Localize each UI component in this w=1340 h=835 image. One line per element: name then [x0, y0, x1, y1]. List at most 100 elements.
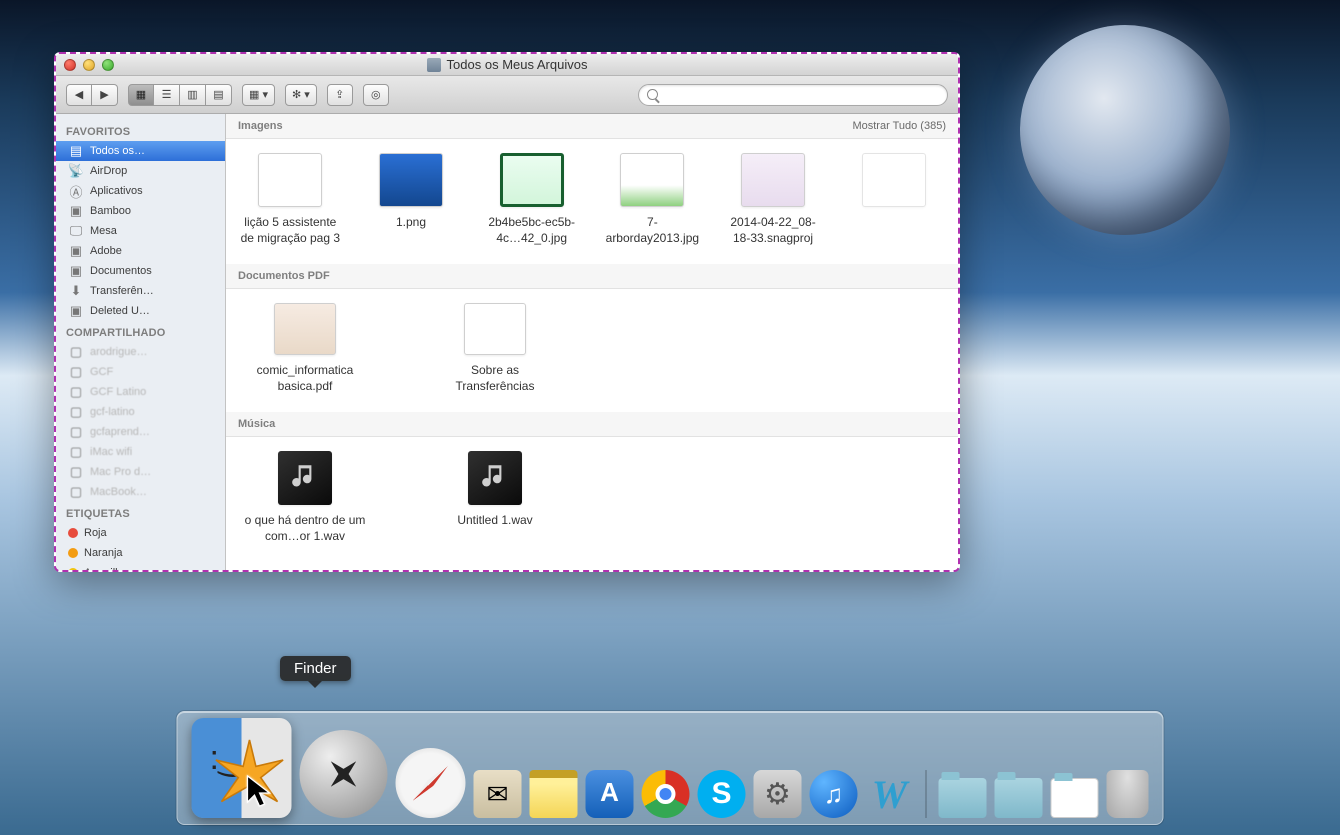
minimize-button[interactable]: [83, 59, 95, 71]
dock-separator: [926, 770, 927, 818]
share-button[interactable]: ⇪: [327, 84, 353, 106]
sidebar-item-label: Mac Pro d…: [90, 466, 151, 478]
dock-tooltip: Finder: [280, 656, 351, 681]
tag-dot-icon: [68, 528, 78, 538]
sidebar-tag-red[interactable]: Roja: [56, 523, 225, 543]
sidebar-item-all-files[interactable]: ▤Todos os…: [56, 141, 225, 161]
sidebar-item-shared[interactable]: ▢GCF: [56, 362, 225, 382]
dock-chrome[interactable]: [642, 770, 690, 818]
dock-mail[interactable]: ✉: [474, 770, 522, 818]
file-item[interactable]: lição 5 assistente de migração pag 3: [240, 153, 341, 246]
sidebar-item-desktop[interactable]: 🖵 Mesa: [56, 221, 225, 241]
sidebar-item-label: Deleted U…: [90, 305, 150, 317]
file-label: 2014-04-22_08-18-33.snagproj: [723, 215, 824, 246]
dock-stack[interactable]: [1051, 778, 1099, 818]
sidebar-item-adobe[interactable]: ▣ Adobe: [56, 241, 225, 261]
pdf-thumbnail: [274, 303, 336, 355]
sidebar-item-shared[interactable]: ▢iMac wifi: [56, 442, 225, 462]
sidebar-item-label: arodrigue…: [90, 346, 147, 358]
tags-button[interactable]: ◎: [363, 84, 389, 106]
file-item[interactable]: comic_informatica basica.pdf: [240, 303, 370, 394]
sidebar-item-label: Amarilla: [84, 567, 124, 570]
finder-window: Todos os Meus Arquivos ◀ ▶ ▦ ☰ ▥ ▤ ▦ ▾ ✻…: [54, 52, 960, 572]
dock-appstore[interactable]: [586, 770, 634, 818]
show-all-link[interactable]: Mostrar Tudo (385): [852, 120, 946, 132]
desktop-icon: 🖵: [68, 223, 84, 239]
folder-icon: ▣: [68, 243, 84, 259]
sidebar-item-airdrop[interactable]: 📡AirDrop: [56, 161, 225, 181]
tag-dot-icon: [68, 548, 78, 558]
pdf-thumbnail: [464, 303, 526, 355]
computer-icon: ▢: [68, 404, 84, 420]
action-button[interactable]: ✻ ▾: [285, 84, 317, 106]
sidebar-item-documents[interactable]: ▣Documentos: [56, 261, 225, 281]
sidebar-item-label: Transferên…: [90, 285, 154, 297]
dock-folder-apps[interactable]: [995, 778, 1043, 818]
file-item[interactable]: 1.png: [361, 153, 462, 246]
file-label: lição 5 assistente de migração pag 3: [240, 215, 341, 246]
dock-notes[interactable]: [530, 770, 578, 818]
sidebar-item-label: Todos os…: [90, 145, 145, 157]
file-item[interactable]: 7-arborday2013.jpg: [602, 153, 703, 246]
file-browser: Imagens Mostrar Tudo (385) lição 5 assis…: [226, 114, 958, 570]
dock-sysprefs[interactable]: [754, 770, 802, 818]
computer-icon: ▢: [68, 444, 84, 460]
sidebar-tag-yellow[interactable]: Amarilla: [56, 563, 225, 570]
sidebar-tag-orange[interactable]: Naranja: [56, 543, 225, 563]
arrange-button[interactable]: ▦ ▾: [242, 84, 275, 106]
icon-view-button[interactable]: ▦: [128, 84, 154, 106]
search-icon: [647, 89, 658, 100]
coverflow-view-button[interactable]: ▤: [206, 84, 232, 106]
search-input[interactable]: [663, 88, 939, 102]
list-view-button[interactable]: ☰: [154, 84, 180, 106]
image-thumbnail: [500, 153, 564, 207]
sidebar-item-shared[interactable]: ▢ gcf-latino: [56, 402, 225, 422]
pdf-grid: comic_informatica basica.pdf Sobre as Tr…: [226, 289, 958, 412]
dock-skype[interactable]: S: [698, 770, 746, 818]
sidebar-item-bamboo[interactable]: ▣Bamboo: [56, 201, 225, 221]
column-view-button[interactable]: ▥: [180, 84, 206, 106]
computer-icon: ▢: [68, 384, 84, 400]
sidebar-item-label: Adobe: [90, 245, 122, 257]
dock-folder-maps[interactable]: [939, 778, 987, 818]
sidebar-item-shared[interactable]: ▢arodrigue…: [56, 342, 225, 362]
sidebar-item-shared[interactable]: ▢gcfaprend…: [56, 422, 225, 442]
file-item[interactable]: o que há dentro de um com…or 1.wav: [240, 451, 370, 544]
file-item[interactable]: 2014-04-22_08-18-33.snagproj: [723, 153, 824, 246]
forward-button[interactable]: ▶: [92, 84, 118, 106]
folder-icon: ▣: [68, 263, 84, 279]
dock-finder[interactable]: [192, 718, 292, 818]
sidebar-item-deleted[interactable]: ▣Deleted U…: [56, 301, 225, 321]
search-field[interactable]: [638, 84, 948, 106]
sidebar-item-apps[interactable]: ⒶAplicativos: [56, 181, 225, 201]
zoom-button[interactable]: [102, 59, 114, 71]
downloads-icon: ⬇: [68, 283, 84, 299]
audio-thumbnail: [468, 451, 522, 505]
sidebar-item-shared[interactable]: ▢GCF Latino: [56, 382, 225, 402]
sidebar-item-label: AirDrop: [90, 165, 127, 177]
close-button[interactable]: [64, 59, 76, 71]
back-button[interactable]: ◀: [66, 84, 92, 106]
dock-word[interactable]: W: [866, 770, 914, 818]
sidebar-item-label: Mesa: [90, 225, 117, 237]
dock-itunes[interactable]: ♫: [810, 770, 858, 818]
shared-header: COMPARTILHADO: [56, 321, 225, 342]
dock-safari[interactable]: [396, 748, 466, 818]
sidebar-item-shared[interactable]: ▢Mac Pro d…: [56, 462, 225, 482]
dock-trash[interactable]: [1107, 770, 1149, 818]
file-label: comic_informatica basica.pdf: [240, 363, 370, 394]
sidebar-item-shared[interactable]: ▢MacBook…: [56, 482, 225, 502]
titlebar[interactable]: Todos os Meus Arquivos: [56, 54, 958, 76]
sidebar: FAVORITOS ▤Todos os… 📡AirDrop ⒶAplicativ…: [56, 114, 226, 570]
dock-launchpad[interactable]: [300, 730, 388, 818]
all-files-icon: [427, 58, 441, 72]
file-item[interactable]: Sobre as Transferências: [430, 303, 560, 394]
sidebar-item-downloads[interactable]: ⬇ Transferên…: [56, 281, 225, 301]
file-item[interactable]: 2b4be5bc-ec5b-4c…42_0.jpg: [481, 153, 582, 246]
music-note-icon: [482, 462, 508, 494]
file-item[interactable]: Untitled 1.wav: [430, 451, 560, 544]
tags-header: ETIQUETAS: [56, 502, 225, 523]
file-label: o que há dentro de um com…or 1.wav: [240, 513, 370, 544]
file-item[interactable]: [843, 153, 944, 246]
sidebar-item-label: gcf-latino: [90, 406, 135, 418]
